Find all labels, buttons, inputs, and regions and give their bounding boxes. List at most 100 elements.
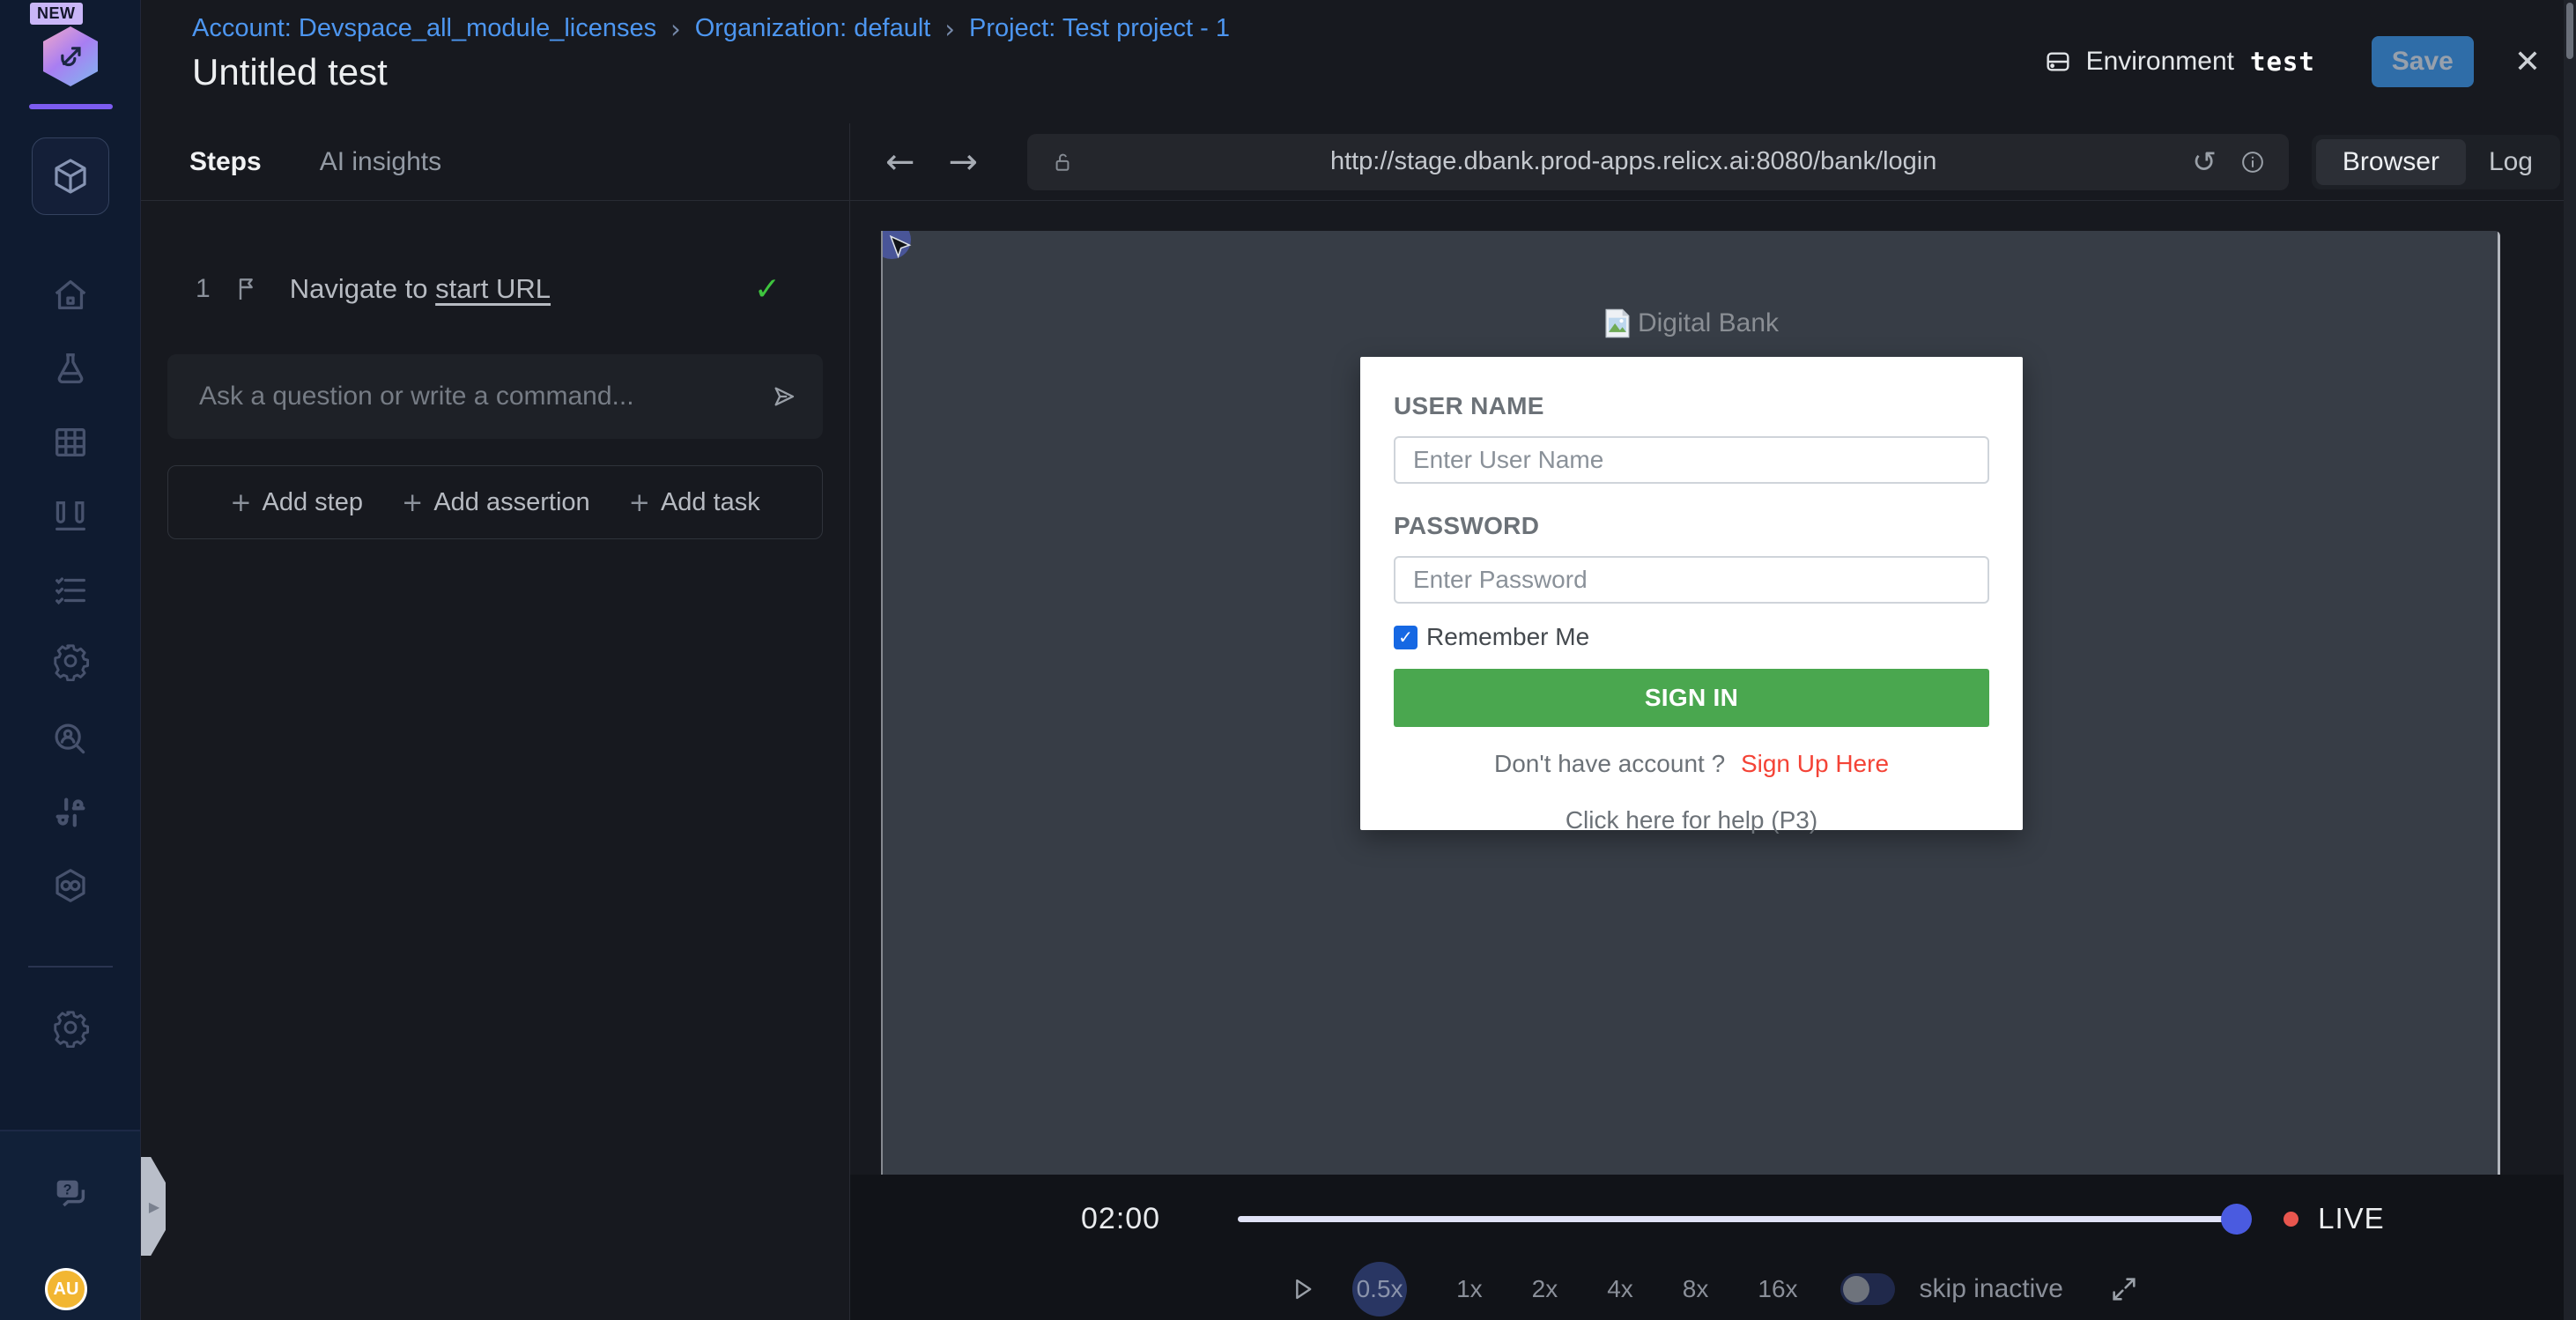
sign-in-button[interactable]: SIGN IN bbox=[1394, 669, 1989, 727]
steps-panel-tabs: Steps AI insights bbox=[141, 123, 849, 201]
gear-icon bbox=[50, 641, 91, 681]
step-success-check-icon: ✓ bbox=[754, 271, 781, 308]
browser-pane: ← → http://stage.dbank.prod-apps.relicx.… bbox=[850, 123, 2576, 1320]
new-badge: NEW bbox=[30, 3, 83, 25]
close-icon[interactable]: ✕ bbox=[2514, 44, 2541, 80]
sidebar-item-sessions[interactable] bbox=[0, 719, 141, 760]
add-task-label: Add task bbox=[661, 488, 760, 517]
help-link[interactable]: Click here for help (P3) bbox=[1394, 806, 1989, 834]
logo-glyph-icon bbox=[53, 39, 88, 74]
sidebar-item-home[interactable] bbox=[0, 275, 141, 315]
sidebar-item-help[interactable]: ? bbox=[0, 1174, 141, 1214]
lock-icon bbox=[1050, 150, 1075, 174]
skip-inactive-label: skip inactive bbox=[1920, 1274, 2063, 1304]
tab-ai-insights[interactable]: AI insights bbox=[320, 147, 441, 177]
breadcrumb-organization[interactable]: Organization: default bbox=[695, 14, 931, 44]
url-text[interactable]: http://stage.dbank.prod-apps.relicx.ai:8… bbox=[1075, 147, 2192, 176]
live-dot-icon bbox=[2284, 1212, 2298, 1227]
plus-icon: + bbox=[402, 487, 423, 517]
sidebar-item-tasks[interactable] bbox=[0, 570, 141, 611]
speed-1x-button[interactable]: 1x bbox=[1456, 1275, 1483, 1303]
browser-viewport[interactable]: Digital Bank USER NAME PASSWORD ✓ Rememb… bbox=[881, 231, 2500, 1175]
play-icon[interactable] bbox=[1287, 1274, 1317, 1304]
steps-panel: Steps AI insights 1 Navigate to start UR… bbox=[141, 123, 850, 1320]
breadcrumb: Account: Devspace_all_module_licenses › … bbox=[192, 14, 1230, 44]
topbar: Account: Devspace_all_module_licenses › … bbox=[141, 0, 2576, 123]
speed-8x-button[interactable]: 8x bbox=[1683, 1275, 1709, 1303]
infinity-hexagon-icon bbox=[50, 865, 91, 906]
info-icon[interactable] bbox=[2239, 149, 2266, 175]
plus-icon: + bbox=[629, 487, 650, 517]
chevron-right-icon: › bbox=[670, 14, 681, 44]
speed-0.5x-button[interactable]: 0.5x bbox=[1352, 1262, 1407, 1316]
forward-icon[interactable]: → bbox=[949, 145, 979, 180]
signup-prefix: Don't have account ? bbox=[1494, 750, 1725, 777]
app-scrollbar-thumb[interactable] bbox=[2566, 3, 2573, 59]
environment-icon bbox=[2044, 48, 2072, 76]
step-start-url-link[interactable]: start URL bbox=[435, 273, 551, 305]
sidebar-item-integrations[interactable] bbox=[0, 792, 141, 833]
dbank-logo-alt-text: Digital Bank bbox=[1638, 308, 1779, 338]
sidebar-item-suites[interactable] bbox=[0, 422, 141, 463]
logo-accent-bar bbox=[29, 104, 113, 109]
tab-log[interactable]: Log bbox=[2466, 139, 2556, 185]
signup-row: Don't have account ? Sign Up Here bbox=[1394, 750, 1989, 778]
settings-gear-icon bbox=[50, 1007, 91, 1048]
app-scrollbar[interactable] bbox=[2564, 0, 2576, 1320]
command-input[interactable] bbox=[199, 382, 770, 412]
avatar-initials: AU bbox=[54, 1279, 79, 1300]
sidebar-item-config[interactable] bbox=[0, 641, 141, 681]
plus-icon: + bbox=[230, 487, 251, 517]
send-icon[interactable] bbox=[770, 382, 798, 411]
sidebar-item-tests[interactable] bbox=[0, 349, 141, 389]
help-chat-icon: ? bbox=[50, 1174, 91, 1214]
breadcrumb-project[interactable]: Project: Test project - 1 bbox=[969, 14, 1230, 44]
reload-icon[interactable]: ↺ bbox=[2192, 147, 2217, 176]
speed-4x-button[interactable]: 4x bbox=[1607, 1275, 1633, 1303]
browser-toolbar: ← → http://stage.dbank.prod-apps.relicx.… bbox=[850, 123, 2576, 201]
skip-inactive-toggle[interactable] bbox=[1840, 1273, 1895, 1305]
cursor-icon bbox=[885, 233, 914, 263]
password-input[interactable] bbox=[1394, 556, 1989, 604]
add-task-button[interactable]: + Add task bbox=[629, 487, 760, 517]
tab-steps[interactable]: Steps bbox=[189, 147, 262, 177]
step-number: 1 bbox=[196, 274, 211, 304]
home-icon bbox=[50, 275, 91, 315]
add-step-button[interactable]: + Add step bbox=[230, 487, 363, 517]
avatar[interactable]: AU bbox=[45, 1268, 87, 1310]
url-bar[interactable]: http://stage.dbank.prod-apps.relicx.ai:8… bbox=[1027, 134, 2289, 190]
sidebar-item-settings[interactable] bbox=[0, 1007, 141, 1048]
fullscreen-icon[interactable] bbox=[2109, 1274, 2139, 1304]
breadcrumb-account[interactable]: Account: Devspace_all_module_licenses bbox=[192, 14, 656, 44]
username-input[interactable] bbox=[1394, 436, 1989, 484]
remember-me-row: ✓ Remember Me bbox=[1394, 623, 1989, 651]
test-tubes-icon bbox=[50, 496, 91, 537]
playback-controls: 0.5x 1x 2x 4x 8x 16x skip inactive bbox=[850, 1259, 2576, 1319]
topbar-actions: Environment test Save ✕ bbox=[2044, 0, 2541, 123]
seek-track[interactable] bbox=[1238, 1216, 2238, 1222]
viewport-scrollbar[interactable] bbox=[2498, 231, 2500, 1175]
speed-2x-button[interactable]: 2x bbox=[1532, 1275, 1558, 1303]
step-row[interactable]: 1 Navigate to start URL ✓ bbox=[141, 263, 849, 315]
flyout-arrow-icon: ▶ bbox=[149, 1198, 159, 1215]
environment-value[interactable]: test bbox=[2250, 47, 2315, 77]
page-title: Untitled test bbox=[192, 51, 388, 93]
login-card: USER NAME PASSWORD ✓ Remember Me SIGN IN… bbox=[1360, 357, 2023, 830]
add-step-label: Add step bbox=[263, 488, 363, 517]
speed-16x-button[interactable]: 16x bbox=[1758, 1275, 1797, 1303]
back-icon[interactable]: ← bbox=[885, 145, 915, 180]
sidebar-item-builder[interactable] bbox=[32, 137, 109, 215]
broken-image-icon bbox=[1604, 308, 1631, 338]
sidebar-item-cicd[interactable] bbox=[0, 865, 141, 906]
password-label: PASSWORD bbox=[1394, 512, 1989, 540]
tab-browser[interactable]: Browser bbox=[2316, 139, 2466, 185]
app-logo[interactable] bbox=[43, 26, 98, 86]
save-button[interactable]: Save bbox=[2372, 36, 2474, 87]
sign-up-link[interactable]: Sign Up Here bbox=[1741, 750, 1889, 777]
remember-me-checkbox[interactable]: ✓ bbox=[1394, 626, 1418, 649]
add-assertion-button[interactable]: + Add assertion bbox=[402, 487, 590, 517]
sidebar-divider bbox=[28, 966, 113, 968]
seek-thumb[interactable] bbox=[2221, 1204, 2252, 1235]
flag-icon bbox=[233, 275, 262, 303]
sidebar-item-runs[interactable] bbox=[0, 496, 141, 537]
